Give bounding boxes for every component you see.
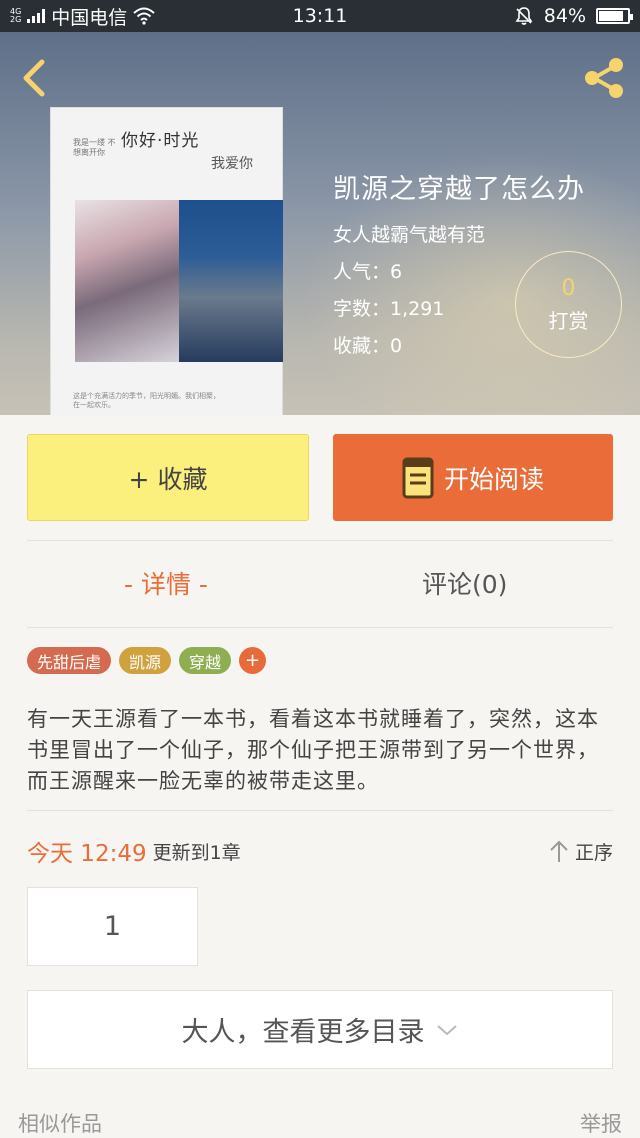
start-reading-button[interactable]: 开始阅读 <box>333 434 613 521</box>
battery-level <box>599 11 623 21</box>
report-link[interactable]: 举报 <box>580 1108 622 1138</box>
signal-icon <box>27 9 46 23</box>
collect-button[interactable]: + 收藏 <box>27 434 309 521</box>
tag-list: 先甜后虐 凯源 穿越 + <box>27 647 267 674</box>
book-header: 我是一缕 不想离开你 你好·时光 我爱你 这是个充满活力的季节，阳光明媚。我们相… <box>0 32 640 415</box>
book-icon <box>402 457 434 498</box>
reward-button[interactable]: 0 打赏 <box>515 251 622 358</box>
arrow-up-icon <box>550 840 568 862</box>
chapter-item[interactable]: 1 <box>27 887 198 966</box>
mute-bell-icon <box>515 7 533 25</box>
network-type-bottom: 2G <box>10 15 22 24</box>
cover-title: 你好·时光 <box>121 131 200 151</box>
similar-works-link[interactable]: 相似作品 <box>18 1108 102 1138</box>
wifi-icon <box>133 7 155 25</box>
divider <box>27 540 613 541</box>
network-type: 4G 2G <box>10 8 21 24</box>
tag-item[interactable]: 先甜后虐 <box>27 647 112 674</box>
status-left: 4G 2G 中国电信 <box>10 3 514 30</box>
cover-subtitle: 我爱你 <box>211 156 253 172</box>
more-toc-label: 大人，查看更多目录 <box>181 1017 425 1048</box>
divider <box>27 810 613 811</box>
sort-order-label: 正序 <box>574 841 613 864</box>
cover-photo-left <box>75 200 179 362</box>
carrier-name: 中国电信 <box>51 6 128 29</box>
chevron-left-icon[interactable] <box>14 56 54 100</box>
status-right: 84% <box>514 5 633 27</box>
update-text: 更新到1章 <box>152 841 241 864</box>
tab-comments[interactable]: 评论(0) <box>422 565 507 601</box>
chevron-down-icon <box>436 1024 457 1035</box>
divider <box>27 627 613 628</box>
start-reading-label: 开始阅读 <box>443 464 544 494</box>
book-cover[interactable]: 我是一缕 不想离开你 你好·时光 我爱你 这是个充满活力的季节，阳光明媚。我们相… <box>50 107 283 415</box>
book-description: 有一天王源看了一本书，看着这本书就睡着了，突然，这本书里冒出了一个仙子，那个仙子… <box>27 707 599 793</box>
battery-percent: 84% <box>543 5 586 27</box>
reward-label: 打赏 <box>548 308 589 333</box>
status-bar: 4G 2G 中国电信 13:11 84% <box>0 0 640 32</box>
cover-photo-right <box>179 200 283 362</box>
book-title: 凯源之穿越了怎么办 <box>333 174 585 205</box>
sort-order-button[interactable]: 正序 <box>549 838 613 865</box>
book-author[interactable]: 女人越霸气越有范 <box>333 220 585 247</box>
update-row: 今天 12:49 更新到1章 正序 <box>27 834 613 868</box>
share-icon[interactable] <box>580 54 628 102</box>
add-tag-button[interactable]: + <box>239 647 267 674</box>
battery-icon <box>596 8 633 24</box>
update-time: 今天 12:49 <box>27 841 147 867</box>
tag-item[interactable]: 穿越 <box>179 647 232 674</box>
tab-detail[interactable]: - 详情 - <box>124 565 208 601</box>
cover-tiny-text: 我是一缕 不想离开你 <box>73 138 116 157</box>
more-toc-button[interactable]: 大人，查看更多目录 <box>27 990 613 1069</box>
cover-bottom-text: 这是个充满活力的季节，阳光明媚。我们相聚，在一起欢乐。 <box>73 392 220 409</box>
reward-count: 0 <box>561 275 576 301</box>
tag-item[interactable]: 凯源 <box>119 647 172 674</box>
